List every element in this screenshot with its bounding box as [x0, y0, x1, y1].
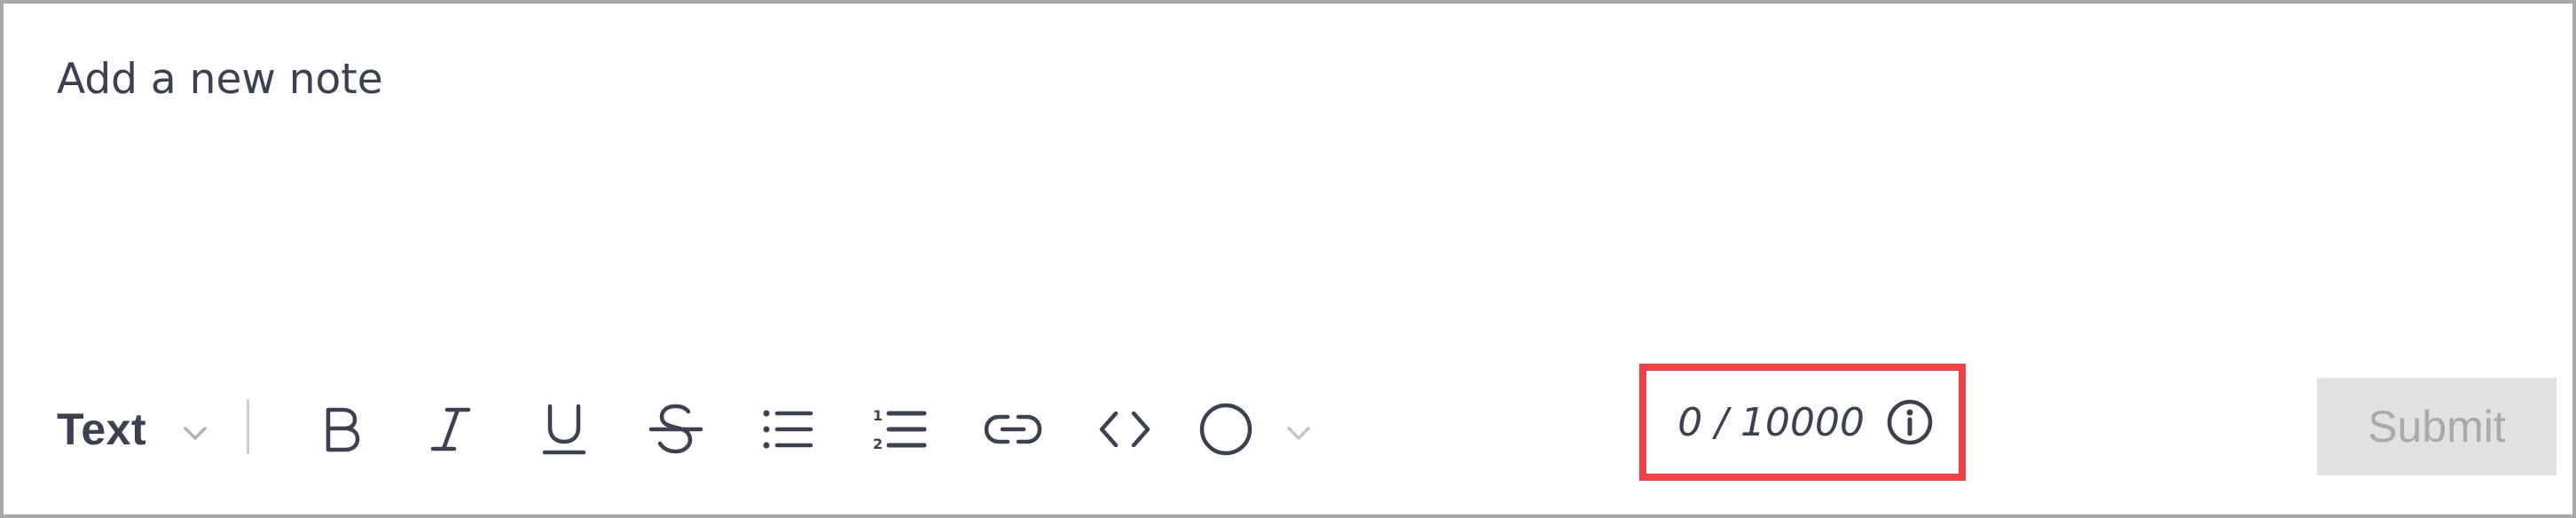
submit-button[interactable]: Submit — [2317, 378, 2556, 475]
bulleted-list-icon — [763, 410, 813, 449]
numbered-list-button[interactable]: 1 2 — [860, 390, 939, 468]
character-count: 0 / 10000 — [1677, 399, 1865, 445]
bold-button[interactable] — [302, 390, 380, 468]
note-input[interactable]: Add a new note — [57, 39, 2452, 305]
underline-button[interactable] — [525, 390, 603, 468]
bulleted-list-button[interactable] — [749, 390, 827, 468]
link-icon — [984, 414, 1042, 444]
link-button[interactable] — [974, 390, 1052, 468]
character-counter: 0 / 10000 — [1639, 364, 1966, 481]
italic-icon — [430, 407, 471, 451]
strikethrough-button[interactable] — [637, 390, 715, 468]
color-picker-button[interactable] — [1187, 390, 1265, 468]
italic-button[interactable] — [412, 390, 490, 468]
code-icon — [1099, 411, 1151, 448]
text-style-dropdown[interactable]: Text — [57, 392, 146, 467]
underline-icon — [542, 404, 586, 455]
chevron-down-icon[interactable] — [183, 426, 208, 442]
bold-icon — [326, 407, 360, 452]
toolbar-divider — [247, 399, 249, 454]
numbered-list-icon: 1 2 — [873, 407, 927, 452]
note-editor: Add a new note Text 1 2 0 / 10000 Submit — [0, 0, 2576, 518]
strikethrough-icon — [648, 404, 703, 454]
svg-text:2: 2 — [873, 436, 883, 452]
text-style-label: Text — [57, 404, 147, 454]
info-icon[interactable] — [1886, 398, 1934, 446]
circle-icon — [1199, 403, 1253, 456]
code-button[interactable] — [1086, 390, 1164, 468]
formatting-toolbar: Text 1 2 0 / 10000 Submit — [4, 364, 2576, 483]
svg-text:1: 1 — [873, 407, 883, 424]
chevron-down-icon[interactable] — [1286, 426, 1311, 442]
